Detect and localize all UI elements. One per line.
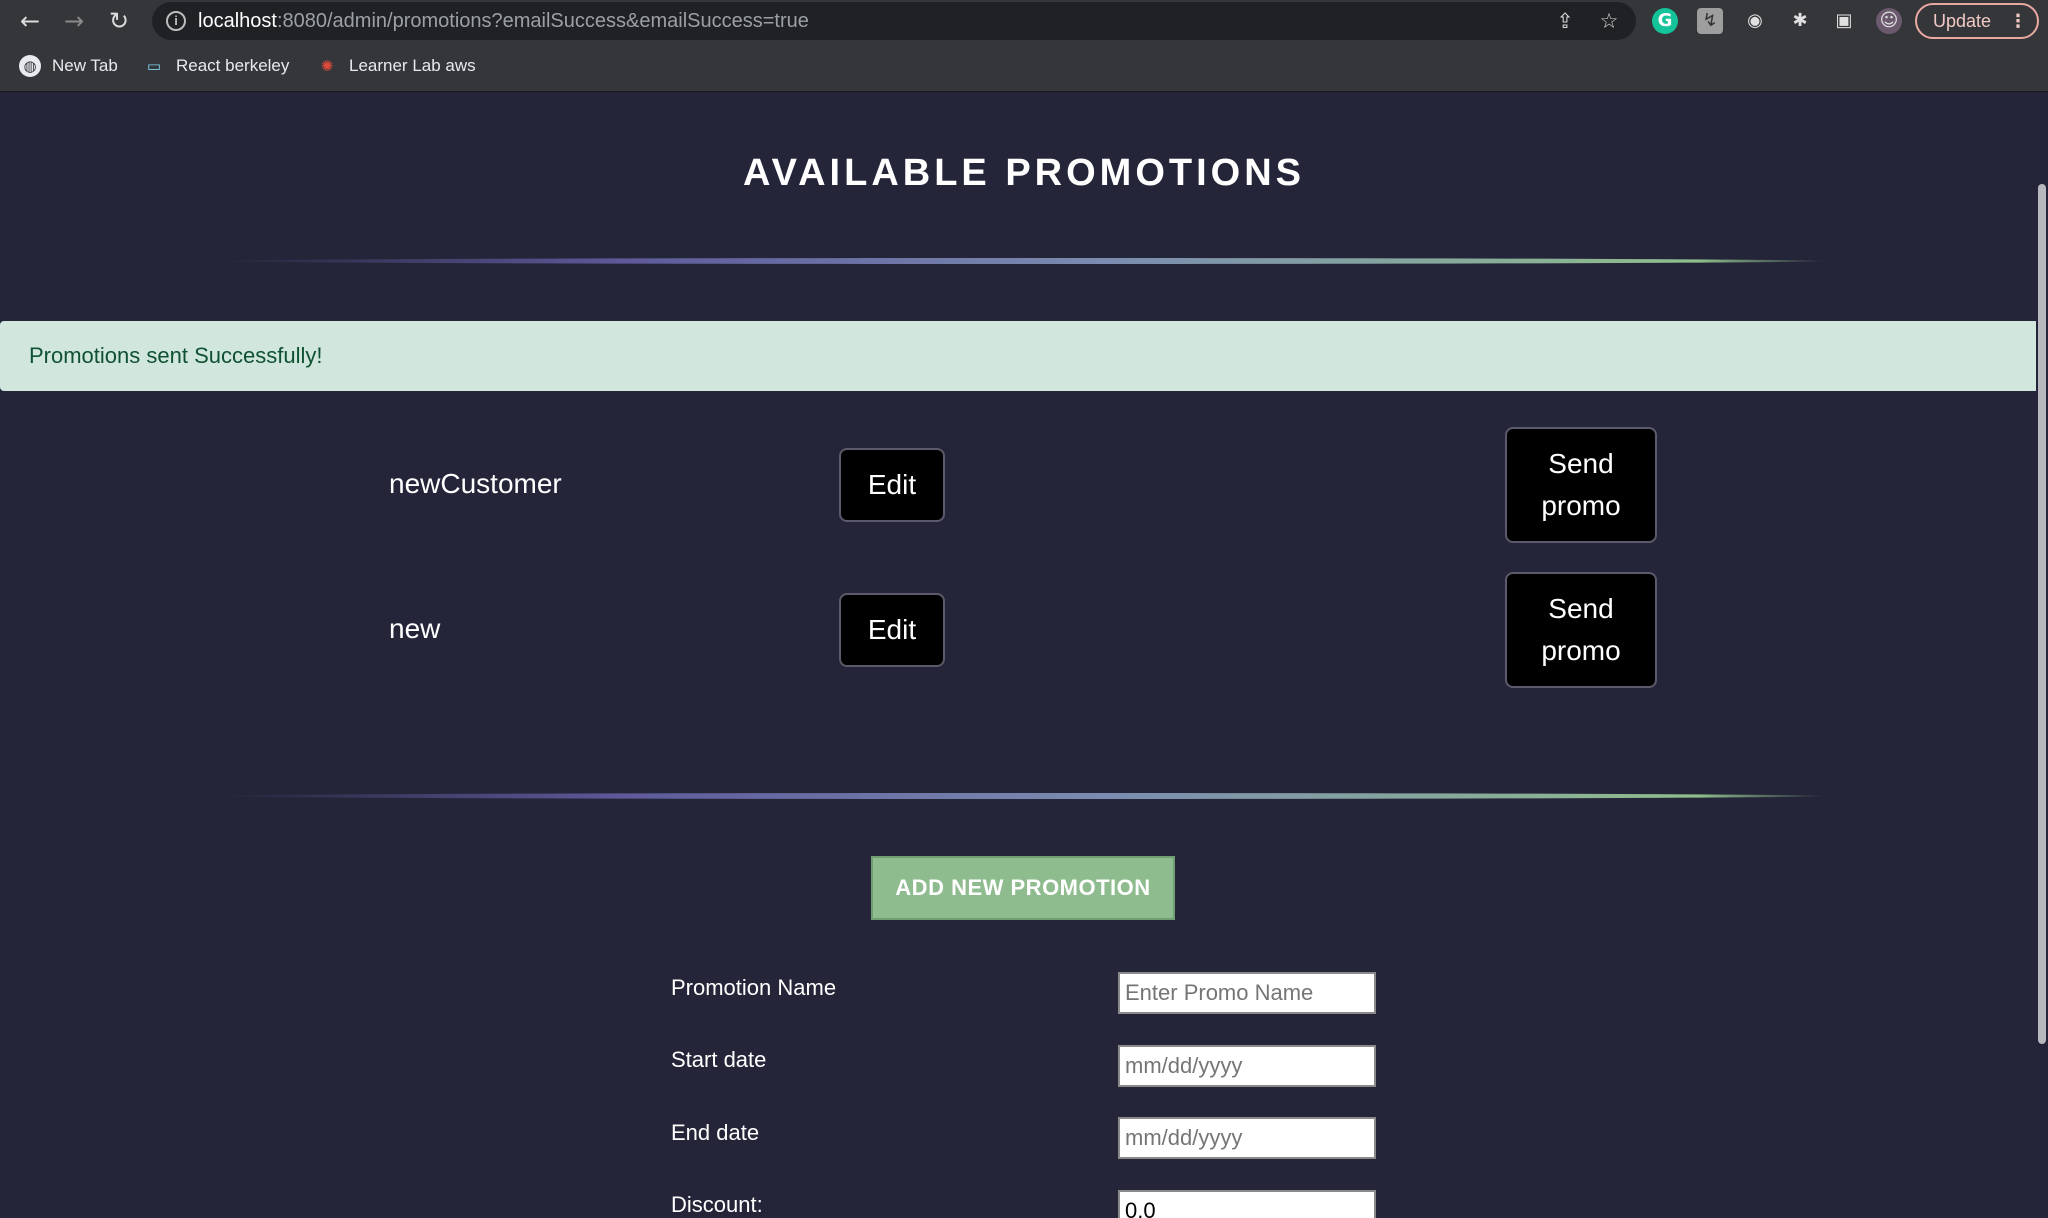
- forward-arrow-icon[interactable]: →: [58, 5, 90, 37]
- promotion-name-label: Promotion Name: [671, 975, 837, 1000]
- monitor-icon: ▭: [146, 57, 162, 75]
- puzzle-extensions-icon[interactable]: ✱: [1787, 8, 1813, 34]
- bookmark-react-berkeley[interactable]: ▭ React berkeley: [143, 52, 289, 80]
- bookmark-label: Learner Lab aws: [349, 56, 476, 75]
- bookmark-learner-lab-aws[interactable]: ✺ Learner Lab aws: [316, 52, 476, 80]
- send-label: promo: [1541, 635, 1621, 666]
- globe-icon: ◍: [19, 55, 41, 77]
- browser-chrome: ← → ↻ i localhost:8080/admin/promotions?…: [0, 0, 2048, 92]
- address-bar[interactable]: i localhost:8080/admin/promotions?emailS…: [152, 2, 1636, 40]
- url-host: localhost: [198, 10, 277, 32]
- end-date-label: End date: [671, 1120, 760, 1145]
- extension-icon[interactable]: ↯: [1697, 8, 1723, 34]
- bookmark-new-tab[interactable]: ◍ New Tab: [19, 52, 118, 80]
- side-panel-icon[interactable]: ▣: [1831, 8, 1857, 34]
- promotion-name: newCustomer: [389, 468, 562, 499]
- start-date-label: Start date: [671, 1047, 767, 1072]
- browser-toolbar: ← → ↻ i localhost:8080/admin/promotions?…: [0, 0, 2048, 42]
- send-promo-button[interactable]: Send promo: [1505, 572, 1657, 688]
- bookmark-label: React berkeley: [176, 56, 290, 75]
- back-arrow-icon[interactable]: ←: [14, 5, 46, 37]
- add-new-promotion-button[interactable]: ADD NEW PROMOTION: [871, 856, 1175, 920]
- share-icon[interactable]: ⇪: [1552, 8, 1578, 34]
- page-scrollbar[interactable]: [2036, 92, 2048, 1218]
- update-button[interactable]: Update ⋮: [1915, 3, 2039, 39]
- camera-extension-icon[interactable]: ◉: [1742, 8, 1768, 34]
- start-date-input[interactable]: [1118, 1045, 1376, 1087]
- page-title: AVAILABLE PROMOTIONS: [742, 152, 1306, 194]
- edit-promotion-button[interactable]: Edit: [839, 593, 945, 667]
- bookmark-label: New Tab: [52, 56, 118, 75]
- bottom-divider: [222, 793, 1826, 799]
- send-label: promo: [1541, 490, 1621, 521]
- top-divider: [222, 258, 1826, 264]
- page-content: AVAILABLE PROMOTIONS Promotions sent Suc…: [0, 92, 2048, 1218]
- aws-logo-icon: ✺: [320, 57, 334, 75]
- bookmarks-bar: ◍ New Tab ▭ React berkeley ✺ Learner Lab…: [0, 48, 2048, 84]
- send-label: Send: [1548, 448, 1614, 479]
- promotion-name: new: [389, 613, 441, 644]
- scrollbar-thumb[interactable]: [2038, 184, 2046, 1044]
- send-promo-button[interactable]: Send promo: [1505, 427, 1657, 543]
- end-date-input[interactable]: [1118, 1117, 1376, 1159]
- send-label: Send: [1548, 593, 1614, 624]
- site-info-icon[interactable]: i: [166, 11, 186, 31]
- bookmark-star-icon[interactable]: ☆: [1596, 8, 1622, 34]
- profile-avatar-icon[interactable]: ☺: [1876, 8, 1902, 34]
- success-alert: Promotions sent Successfully!: [0, 321, 2048, 391]
- update-label: Update: [1933, 11, 1992, 31]
- edit-promotion-button[interactable]: Edit: [839, 448, 945, 522]
- kebab-menu-icon[interactable]: ⋮: [2009, 5, 2027, 37]
- reload-icon[interactable]: ↻: [103, 5, 135, 37]
- url-text[interactable]: localhost:8080/admin/promotions?emailSuc…: [198, 10, 809, 33]
- discount-label: Discount:: [671, 1192, 763, 1217]
- discount-input[interactable]: [1118, 1190, 1376, 1218]
- promotion-name-input[interactable]: [1118, 972, 1376, 1014]
- grammarly-extension-icon[interactable]: G: [1652, 8, 1678, 34]
- url-path: :8080/admin/promotions?emailSuccess&emai…: [276, 10, 809, 32]
